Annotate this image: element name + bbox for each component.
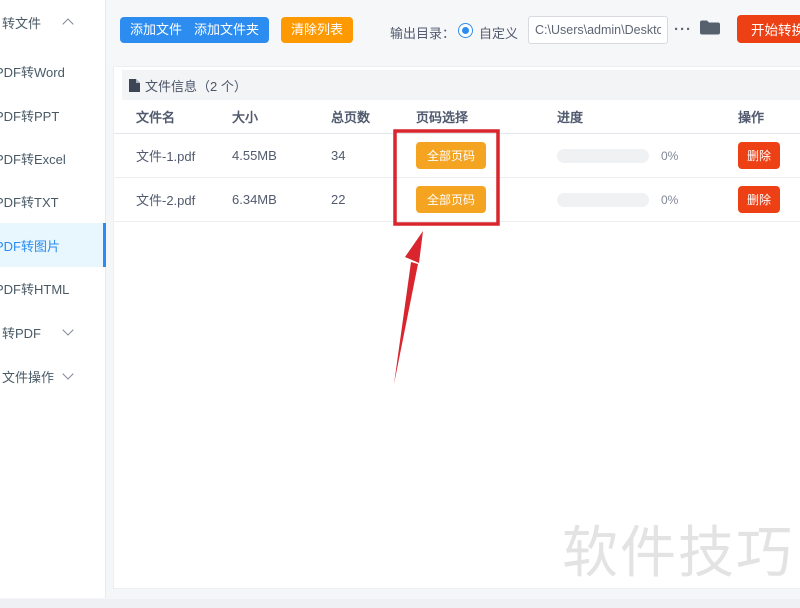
sidebar-item-label: PDF转PPT [0, 106, 59, 125]
sidebar-item-file-ops[interactable]: 文件操作 [0, 354, 106, 398]
col-progress: 进度 [557, 107, 738, 126]
progress-percent: 0% [661, 149, 678, 163]
clear-list-button[interactable]: 清除列表 [281, 17, 353, 43]
file-pages: 34 [331, 148, 416, 163]
col-pages: 总页数 [331, 107, 416, 126]
window-bottom-edge [0, 599, 800, 608]
document-icon [129, 79, 140, 92]
col-filename: 文件名 [136, 107, 232, 126]
sidebar-item-pdf-to-excel[interactable]: PDF转Excel [0, 136, 106, 180]
col-page-select: 页码选择 [416, 107, 557, 126]
add-folder-button[interactable]: 添加文件夹 [184, 17, 269, 43]
col-size: 大小 [232, 107, 331, 126]
open-folder-button[interactable] [698, 19, 722, 39]
file-panel-title: 文件信息（2 个） [145, 76, 247, 95]
file-table: 文件名 大小 总页数 页码选择 进度 操作 文件-1.pdf 4.55MB 34… [114, 100, 800, 222]
sidebar-item-label: PDF转Word [0, 62, 65, 81]
sidebar-item-pdf-to-image[interactable]: PDF转图片 [0, 223, 106, 267]
sidebar-item-label: 转PDF [2, 323, 41, 342]
progress-percent: 0% [661, 193, 678, 207]
chevron-down-icon [62, 368, 73, 379]
delete-button[interactable]: 删除 [738, 186, 780, 213]
file-size: 4.55MB [232, 148, 331, 163]
file-size: 6.34MB [232, 192, 331, 207]
sidebar-item-to-file[interactable]: 转文件 [0, 0, 106, 44]
browse-ellipsis-button[interactable]: ··· [670, 14, 696, 44]
sidebar-item-pdf-to-word[interactable]: PDF转Word [0, 49, 106, 93]
chevron-up-icon [62, 18, 73, 29]
table-header-row: 文件名 大小 总页数 页码选择 进度 操作 [114, 100, 800, 134]
sidebar-item-label: 转文件 [2, 13, 41, 32]
toolbar: 添加文件 添加文件夹 清除列表 输出目录： 自定义 ··· 开始转换 [106, 0, 800, 66]
folder-icon [699, 19, 721, 36]
sidebar-item-pdf-to-ppt[interactable]: PDF转PPT [0, 93, 106, 137]
table-row: 文件-1.pdf 4.55MB 34 全部页码 0% 删除 [114, 134, 800, 178]
watermark-text: 软件技巧 [562, 508, 794, 589]
file-name: 文件-2.pdf [136, 190, 232, 209]
chevron-down-icon [62, 324, 73, 335]
delete-button[interactable]: 删除 [738, 142, 780, 169]
file-panel-header: 文件信息（2 个） [122, 70, 800, 100]
custom-dir-radio-label: 自定义 [479, 23, 518, 42]
output-path-input[interactable] [528, 16, 668, 44]
start-convert-button[interactable]: 开始转换 [737, 15, 800, 43]
file-name: 文件-1.pdf [136, 146, 232, 165]
sidebar-item-pdf-to-txt[interactable]: PDF转TXT [0, 179, 106, 223]
file-pages: 22 [331, 192, 416, 207]
sidebar-item-label: PDF转HTML [0, 279, 69, 298]
sidebar-item-label: PDF转TXT [0, 192, 59, 211]
sidebar-item-to-pdf[interactable]: 转PDF [0, 310, 106, 354]
sidebar-item-label: PDF转图片 [0, 236, 60, 255]
col-action: 操作 [738, 107, 798, 126]
sidebar-item-pdf-to-html[interactable]: PDF转HTML [0, 266, 106, 310]
progress-bar [557, 193, 649, 207]
page-select-button[interactable]: 全部页码 [416, 142, 486, 169]
output-dir-label: 输出目录： [390, 23, 455, 42]
sidebar-item-label: 文件操作 [2, 367, 54, 386]
progress-bar [557, 149, 649, 163]
page-select-button[interactable]: 全部页码 [416, 186, 486, 213]
sidebar-item-label: PDF转Excel [0, 149, 66, 168]
custom-dir-radio[interactable] [458, 23, 473, 38]
table-row: 文件-2.pdf 6.34MB 22 全部页码 0% 删除 [114, 178, 800, 222]
add-file-button[interactable]: 添加文件 [120, 17, 192, 43]
sidebar: 转文件 PDF转Word PDF转PPT PDF转Excel PDF转TXT P… [0, 0, 106, 598]
